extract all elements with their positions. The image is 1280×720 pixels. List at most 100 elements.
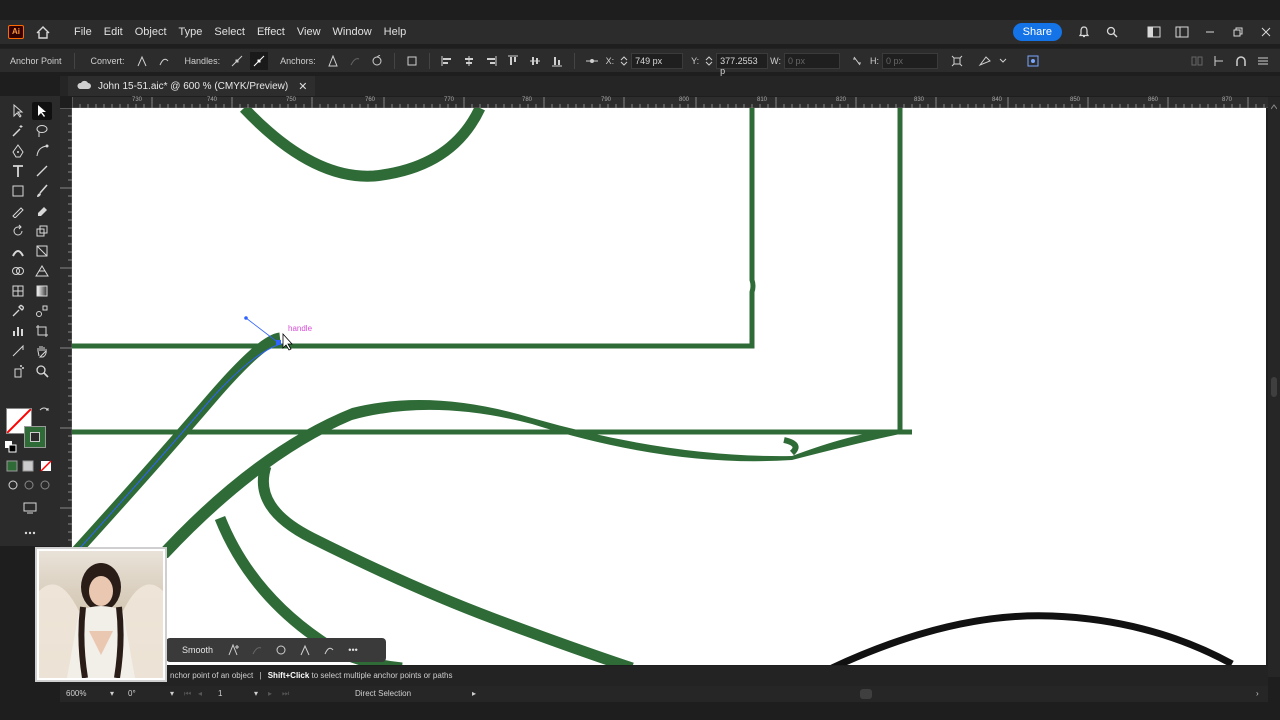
document-tab[interactable]: John 15-51.aic* @ 600 % (CMYK/Preview) ✕ bbox=[68, 76, 316, 96]
connect-icon[interactable] bbox=[248, 641, 266, 659]
stroke-swatch[interactable] bbox=[24, 426, 46, 448]
frame-path[interactable] bbox=[72, 108, 756, 349]
minimize-icon[interactable] bbox=[1200, 22, 1220, 42]
gradient-tool-icon[interactable] bbox=[32, 282, 52, 300]
menu-help[interactable]: Help bbox=[378, 20, 413, 44]
anchor-point[interactable] bbox=[276, 340, 281, 345]
menu-object[interactable]: Object bbox=[129, 20, 173, 44]
screen-mode-icon[interactable] bbox=[20, 498, 40, 516]
more-tools-icon[interactable] bbox=[20, 524, 40, 542]
magic-wand-icon[interactable] bbox=[8, 122, 28, 140]
connect-anchor-icon[interactable] bbox=[346, 52, 364, 70]
zoom-level[interactable]: 600% bbox=[66, 689, 86, 698]
hide-handles-icon[interactable] bbox=[250, 51, 269, 70]
cut-path-icon[interactable] bbox=[368, 52, 386, 70]
smooth-icon[interactable] bbox=[320, 641, 338, 659]
transform-icon[interactable] bbox=[403, 52, 421, 70]
convert-smooth-icon[interactable] bbox=[155, 52, 173, 70]
align-top-icon[interactable] bbox=[504, 52, 522, 70]
menu-file[interactable]: File bbox=[68, 20, 98, 44]
link-proportions-icon[interactable] bbox=[848, 52, 866, 70]
perspective-grid-icon[interactable] bbox=[32, 262, 52, 280]
artwork[interactable] bbox=[72, 108, 1266, 665]
shaper-tool-icon[interactable] bbox=[8, 202, 28, 220]
scroll-up-icon[interactable] bbox=[1270, 101, 1278, 110]
black-arc-path[interactable] bbox=[830, 612, 1234, 665]
draw-behind-icon[interactable] bbox=[22, 478, 36, 492]
close-icon[interactable] bbox=[1256, 22, 1276, 42]
bell-icon[interactable] bbox=[1074, 22, 1094, 42]
curvature-tool-icon[interactable] bbox=[32, 142, 52, 160]
tab-close-icon[interactable]: ✕ bbox=[298, 80, 307, 93]
align-right-icon[interactable] bbox=[482, 52, 500, 70]
align-middle-icon[interactable] bbox=[526, 52, 544, 70]
swap-fill-stroke-icon[interactable] bbox=[38, 404, 52, 418]
convert-corner-icon[interactable] bbox=[133, 52, 151, 70]
color-mode-icon[interactable] bbox=[4, 458, 20, 474]
scroll-right-icon[interactable]: › bbox=[1256, 689, 1259, 698]
show-handles-icon[interactable] bbox=[228, 52, 246, 70]
gradient-mode-icon[interactable] bbox=[20, 458, 36, 474]
type-tool-icon[interactable] bbox=[8, 162, 28, 180]
menu-icon[interactable] bbox=[1254, 52, 1272, 70]
last-artboard-icon[interactable]: ⏭ bbox=[282, 689, 289, 699]
add-anchor-icon[interactable] bbox=[224, 641, 242, 659]
menu-edit[interactable]: Edit bbox=[98, 20, 129, 44]
line-tool-icon[interactable] bbox=[32, 162, 52, 180]
share-button[interactable]: Share bbox=[1012, 23, 1062, 41]
chevron-down-icon[interactable]: ▾ bbox=[170, 689, 174, 698]
y-field[interactable]: 377.2553 p bbox=[716, 52, 769, 76]
artboard-number[interactable]: 1 bbox=[218, 689, 222, 698]
rotation-value[interactable]: 0° bbox=[128, 689, 136, 698]
remove-anchor-icon[interactable] bbox=[324, 52, 342, 70]
slice-tool-icon[interactable] bbox=[8, 342, 28, 360]
puppet-warp-icon[interactable] bbox=[1024, 52, 1042, 70]
recolor-icon[interactable] bbox=[976, 52, 994, 70]
more-options-icon[interactable]: ••• bbox=[344, 641, 362, 659]
first-artboard-icon[interactable]: ⏮ bbox=[184, 689, 191, 699]
rectangle-tool-icon[interactable] bbox=[8, 182, 28, 200]
smooth-button[interactable]: Smooth bbox=[182, 645, 213, 655]
horizontal-scroll-thumb[interactable] bbox=[860, 689, 872, 699]
handle-point[interactable] bbox=[244, 316, 248, 320]
shape-builder-icon[interactable] bbox=[8, 262, 28, 280]
y-stepper-icon[interactable] bbox=[704, 52, 714, 70]
direct-selection-tool-icon[interactable] bbox=[32, 102, 52, 120]
w-field[interactable]: 0 px bbox=[783, 52, 840, 69]
menu-type[interactable]: Type bbox=[173, 20, 209, 44]
free-transform-icon[interactable] bbox=[32, 242, 52, 260]
zoom-tool-icon[interactable] bbox=[32, 362, 52, 380]
selection-tool-icon[interactable] bbox=[8, 102, 28, 120]
corner-icon[interactable] bbox=[296, 641, 314, 659]
artboard-tool-icon[interactable] bbox=[32, 322, 52, 340]
status-menu-icon[interactable]: ▸ bbox=[472, 689, 476, 698]
panel-icon[interactable] bbox=[1172, 22, 1192, 42]
isolate-icon[interactable] bbox=[948, 52, 966, 70]
graph-tool-icon[interactable] bbox=[8, 322, 28, 340]
paintbrush-icon[interactable] bbox=[32, 182, 52, 200]
mesh-tool-icon[interactable] bbox=[8, 282, 28, 300]
eyedropper-icon[interactable] bbox=[8, 302, 28, 320]
reference-point-icon[interactable] bbox=[583, 52, 601, 70]
default-colors-icon[interactable] bbox=[4, 440, 18, 454]
home-icon[interactable] bbox=[34, 24, 52, 40]
pen-tool-icon[interactable] bbox=[8, 142, 28, 160]
x-field[interactable]: 749 px bbox=[631, 52, 684, 69]
chevron-down-icon[interactable]: ▾ bbox=[254, 689, 258, 698]
h-field[interactable]: 0 px bbox=[881, 52, 938, 69]
cut-icon[interactable] bbox=[272, 641, 290, 659]
align-panel-icon[interactable] bbox=[1188, 52, 1206, 70]
symbol-sprayer-icon[interactable] bbox=[8, 362, 28, 380]
align-left-icon[interactable] bbox=[438, 52, 456, 70]
magnet-icon[interactable] bbox=[1232, 52, 1250, 70]
vertical-scrollbar[interactable] bbox=[1268, 97, 1280, 677]
next-artboard-icon[interactable]: ▸ bbox=[268, 689, 272, 698]
previous-artboard-icon[interactable]: ◂ bbox=[198, 689, 202, 698]
align-bottom-icon[interactable] bbox=[548, 52, 566, 70]
arc-path[interactable] bbox=[240, 108, 485, 182]
arrange-icon[interactable] bbox=[1144, 22, 1164, 42]
menu-view[interactable]: View bbox=[291, 20, 327, 44]
hand-tool-icon[interactable] bbox=[32, 342, 52, 360]
artboard-canvas[interactable]: handle bbox=[72, 108, 1266, 665]
blend-tool-icon[interactable] bbox=[32, 302, 52, 320]
